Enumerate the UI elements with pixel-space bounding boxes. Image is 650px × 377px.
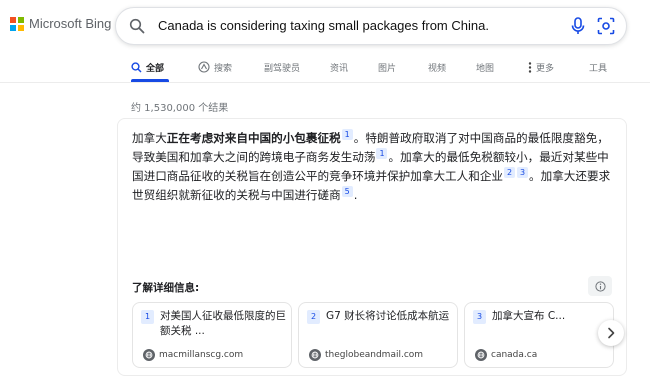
chevron-right-icon [608,327,615,339]
answer-segment: 加拿大 [132,131,167,145]
logo-text: Microsoft Bing [29,16,112,31]
tab-label: 资讯 [330,63,349,74]
source-number: 3 [473,310,486,324]
source-number: 1 [141,310,154,324]
microsoft-logo-icon [10,16,24,31]
tab-label: 搜索 [214,63,233,74]
tab-label: 全部 [146,63,165,74]
tab-label: 副驾驶员 [264,63,301,74]
carousel-next-button[interactable] [598,320,624,346]
microphone-icon[interactable] [570,17,586,39]
result-count: 约 1,530,000 个结果 [131,103,229,114]
tab-label: 更多 [536,63,555,74]
source-domain: macmillanscg.com [143,349,243,361]
bing-logo[interactable]: Microsoft Bing [10,16,111,31]
search-icon [131,61,142,73]
answer-text: 加拿大正在考虑对来自中国的小包裹征税 1 。特朗普政府取消了对中国商品的最低限度豁免… [132,129,618,205]
search-box[interactable]: Canada is considering taxing small packa… [115,7,627,45]
source-domain: theglobeandmail.com [309,349,423,361]
tab-tools[interactable]: 工具 [589,55,607,79]
answer-highlight: 正在考虑对来自中国的小包裹征税 [166,131,341,145]
tab-search[interactable]: 搜索 [198,55,232,79]
tab-label: 地图 [476,63,495,74]
citation-badge[interactable]: 1 [376,148,388,159]
learn-more-heading: 了解详细信息: [132,282,200,294]
source-domain: canada.ca [475,349,537,361]
tab-label: 工具 [589,63,608,74]
citation-badge[interactable]: 3 [517,167,529,178]
tab-label: 图片 [378,63,397,74]
answer-segment: . [353,188,358,202]
search-icon[interactable] [129,18,145,38]
copilot-icon [198,61,210,73]
more-vertical-icon [528,61,532,73]
tab-all[interactable]: 全部 [131,55,164,79]
citation-badge[interactable]: 2 [504,167,516,178]
tab-more[interactable]: 更多 [528,55,554,79]
source-title: 加拿大宣布 C... [492,310,566,322]
globe-icon [143,349,155,361]
info-icon [594,280,606,292]
source-domain-text: theglobeandmail.com [325,350,424,360]
tab-videos[interactable]: 视频 [428,55,446,79]
source-card[interactable]: 1 对美国人征收最低限度的巨额关税 ... macmillanscg.com [132,302,292,368]
visual-search-icon[interactable] [597,17,615,39]
tabs-divider [0,82,650,83]
citation-badge[interactable]: 5 [341,186,353,197]
tab-news[interactable]: 资讯 [330,55,348,79]
source-title: G7 财长将讨论低成本航运 [326,310,450,322]
source-card[interactable]: 3 加拿大宣布 C... canada.ca [464,302,614,368]
info-button[interactable] [588,276,612,296]
source-card[interactable]: 2 G7 财长将讨论低成本航运 theglobeandmail.com [298,302,458,368]
source-title: 对美国人征收最低限度的巨额关税 ... [160,310,286,337]
tab-copilot[interactable]: 副驾驶员 [264,55,300,79]
answer-card: 加拿大正在考虑对来自中国的小包裹征税 1 。特朗普政府取消了对中国商品的最低限度豁免… [117,118,627,376]
source-number: 2 [307,310,320,324]
globe-icon [475,349,487,361]
globe-icon [309,349,321,361]
tab-maps[interactable]: 地图 [476,55,494,79]
tab-images[interactable]: 图片 [378,55,396,79]
search-input[interactable]: Canada is considering taxing small packa… [158,18,489,33]
tab-label: 视频 [428,63,447,74]
source-domain-text: macmillanscg.com [159,350,244,360]
source-domain-text: canada.ca [491,350,538,360]
citation-badge[interactable]: 1 [341,129,353,140]
navigation-tabs: 全部 搜索 副驾驶员 资讯 图片 视频 地图 更多 工具 [0,55,650,79]
